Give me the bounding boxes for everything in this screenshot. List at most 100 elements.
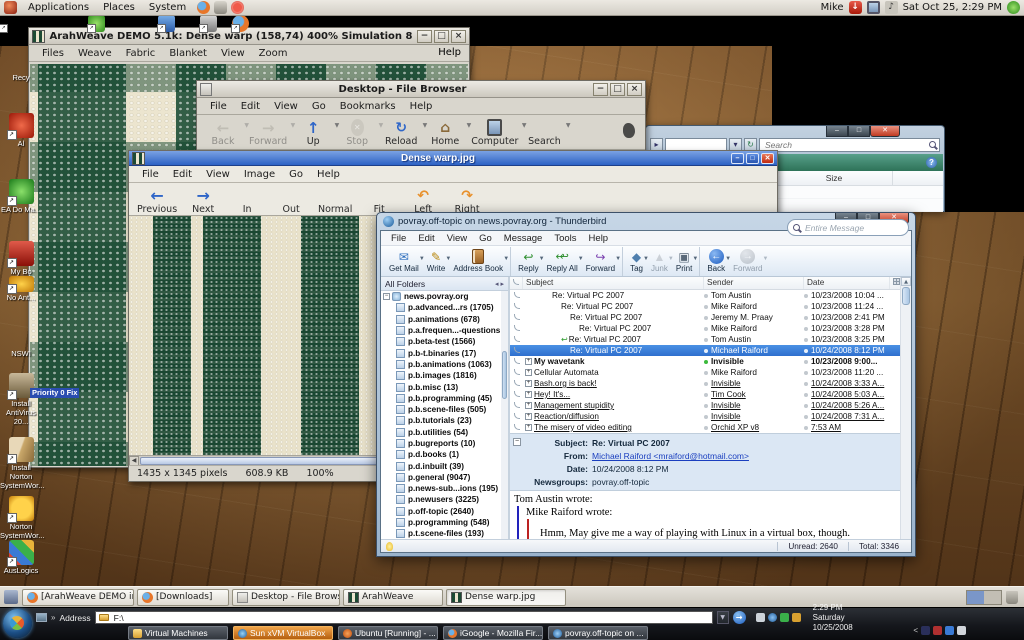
explorer-search-input[interactable] [763, 139, 929, 151]
newsgroup-folder-row[interactable]: p.bugreports (10) [381, 438, 508, 449]
toolbar-button[interactable]: Reply All ▼ [543, 247, 582, 276]
desktop-icon[interactable]: Install Norton SystemWor... [0, 426, 42, 490]
logout-icon[interactable] [1007, 1, 1020, 14]
minimize-button[interactable]: – [731, 153, 744, 164]
close-button[interactable]: ✕ [761, 153, 774, 164]
newsgroup-folder-row[interactable]: p.d.books (1) [381, 449, 508, 460]
newsgroup-folder-row[interactable]: p.t.scene-files (193) [381, 528, 508, 539]
help-icon[interactable]: ? [926, 157, 937, 168]
newsgroup-folder-row[interactable]: p.b.utilities (54) [381, 427, 508, 438]
menu-item[interactable]: Weave [71, 47, 119, 60]
newsgroup-folder-row[interactable]: p.d.inbuilt (39) [381, 460, 508, 471]
toolbar-button[interactable]: Stop ▼ [335, 116, 379, 148]
desktop-icon[interactable]: NSWI [0, 302, 42, 358]
menu-item[interactable]: Help [403, 100, 440, 113]
desktop-icon[interactable]: EA Do Ma... [0, 148, 42, 214]
thread-expander-icon[interactable]: + [525, 380, 532, 387]
menu-item[interactable]: Fabric [119, 47, 163, 60]
desktop-icon[interactable]: Al [0, 82, 42, 148]
taskbar-window-button[interactable]: Dense warp.jpg [446, 589, 566, 606]
message-row[interactable]: + ↩ Re: Virtual PC 2007 Tom Austin [510, 290, 911, 301]
toolbar-button[interactable]: Reload ▼ [379, 116, 423, 148]
go-button[interactable]: → [733, 611, 746, 624]
tray-icon[interactable] [933, 626, 942, 635]
menu-item[interactable]: File [135, 168, 166, 181]
toolbar-button[interactable]: In [225, 184, 269, 216]
toolbar-button[interactable]: Computer ▼ [467, 116, 522, 148]
tray-icon[interactable] [945, 626, 954, 635]
newsgroup-folder-row[interactable]: p.b.programming (45) [381, 393, 508, 404]
collapse-icon[interactable]: − [383, 293, 390, 300]
maximize-button[interactable]: □ [610, 83, 625, 96]
screenshot-launcher-icon[interactable] [214, 1, 227, 14]
menu-item[interactable]: Edit [166, 168, 199, 181]
window-selector-icon[interactable] [4, 590, 18, 604]
taskbar-window-button[interactable]: Desktop - File Browser [232, 589, 340, 606]
toolbar-button[interactable]: Print ▼ [672, 247, 696, 276]
newsgroup-folder-row[interactable]: p.b-t.binaries (17) [381, 347, 508, 358]
menu-item[interactable]: Blanket [162, 47, 214, 60]
tray-icon[interactable] [792, 613, 801, 622]
thread-expander-icon[interactable]: + [525, 358, 532, 365]
quick-search-box[interactable] [787, 230, 909, 236]
message-row[interactable]: + ↩ Re: Virtual PC 2007 Jeremy M. Praay [510, 312, 911, 323]
user-name[interactable]: Mike [821, 2, 844, 13]
size-column-header[interactable]: Size [775, 171, 893, 185]
menu-item[interactable]: Bookmarks [333, 100, 403, 113]
taskbar-window-button[interactable]: povray.off-topic on ... [548, 626, 648, 640]
menu-item[interactable]: Edit [234, 100, 267, 113]
thread-expander-icon[interactable]: + [525, 369, 532, 376]
menu-item[interactable]: Image [237, 168, 282, 181]
tray-icon[interactable] [768, 613, 777, 622]
quick-search-input[interactable] [803, 230, 903, 234]
menu-item[interactable]: File [203, 100, 234, 113]
toolbar-button[interactable]: Back ▼ [699, 247, 729, 276]
folder-pane-header[interactable]: All Folders ◂ ▸ [381, 277, 508, 291]
taskbar-window-button[interactable]: Sun xVM VirtualBox [233, 626, 333, 640]
start-button[interactable] [3, 609, 32, 638]
toolbar-button[interactable]: Back ▼ [201, 116, 245, 148]
toolbar-button[interactable]: Normal [313, 184, 357, 216]
toolbar-button[interactable]: Write ▼ [423, 247, 450, 276]
taskbar-window-button[interactable]: iGoogle - Mozilla Fir... [443, 626, 543, 640]
subject-column-header[interactable]: Subject [523, 277, 704, 289]
scroll-left-arrow[interactable]: ◀ [129, 456, 139, 466]
tray-icon[interactable] [957, 626, 966, 635]
newsgroup-folder-row[interactable]: p.beta-test (1566) [381, 336, 508, 347]
update-notifier-icon[interactable]: ↓ [849, 1, 862, 14]
menu-item-help[interactable]: Help [438, 47, 461, 58]
toolbar-button[interactable]: Forward ▼ [582, 247, 619, 276]
toolbar-button[interactable]: Home ▼ [423, 116, 467, 148]
display-tray-icon[interactable] [867, 1, 880, 14]
distro-logo-icon[interactable] [4, 1, 17, 14]
sketch-shortcut-icon[interactable] [232, 15, 249, 32]
thread-column-header[interactable] [510, 277, 523, 289]
pen-shortcut-icon[interactable] [88, 15, 105, 32]
date-column-header[interactable]: Date [804, 277, 890, 289]
workspace-switcher[interactable] [966, 590, 1002, 605]
thread-expander-icon[interactable]: + [525, 424, 532, 431]
desktop-icon[interactable]: Norton SystemWor... [0, 490, 42, 540]
menu-item[interactable]: Edit [412, 233, 440, 244]
toolbar-chevron-icon[interactable]: » [51, 613, 55, 622]
file-browser-titlebar[interactable]: Desktop - File Browser − □ × [197, 81, 645, 98]
toolbar-button[interactable]: Forward ▼ [729, 247, 766, 276]
close-button[interactable]: × [451, 30, 466, 43]
newsgroup-folder-row[interactable]: p.off-topic (2640) [381, 506, 508, 517]
desktop-icon[interactable]: My Bo [0, 214, 42, 276]
volume-tray-icon[interactable]: ♪ [885, 1, 898, 14]
thread-expander-icon[interactable]: + [525, 413, 532, 420]
taskbar-window-button[interactable]: Virtual Machines [128, 626, 228, 640]
message-row[interactable]: + ↩ Re: Virtual PC 2007 Mike Raiford [510, 323, 911, 334]
toolbar-button[interactable]: Next [181, 184, 225, 216]
green-arrow-shortcut-icon[interactable] [158, 15, 175, 32]
taskbar-clock[interactable]: 2:29 PM Saturday 10/25/2008 [813, 603, 865, 633]
message-body-scrollbar[interactable]: ▲ [900, 277, 911, 539]
toolbar-button[interactable]: Get Mail ▼ [385, 247, 423, 276]
menu-item[interactable]: Help [310, 168, 347, 181]
newsgroup-folder-row[interactable]: p.b.scene-files (505) [381, 404, 508, 415]
address-input[interactable] [112, 612, 709, 624]
newsgroup-folder-row[interactable]: p.b.misc (13) [381, 381, 508, 392]
newsgroup-folder-row[interactable]: p.b.images (1816) [381, 370, 508, 381]
menu-item[interactable]: Go [305, 100, 333, 113]
